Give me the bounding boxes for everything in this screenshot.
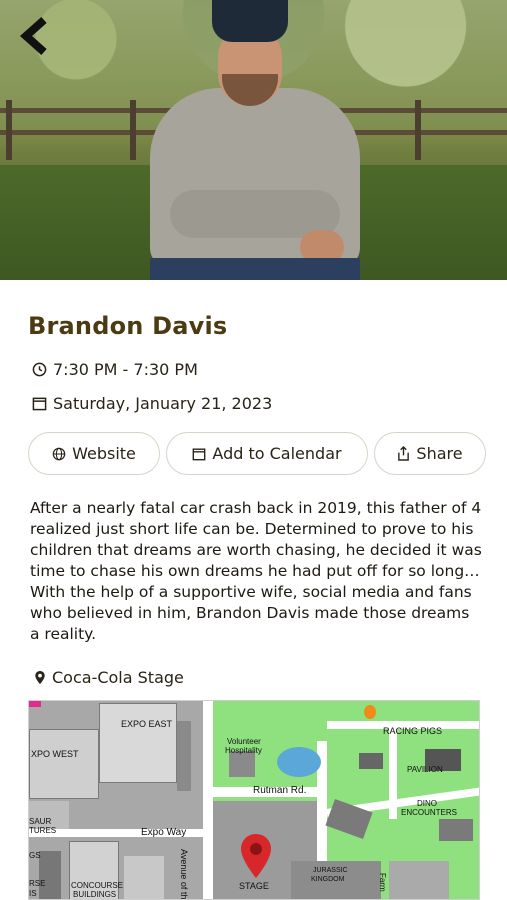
calendar-icon bbox=[193, 447, 206, 460]
share-button[interactable]: Share bbox=[374, 432, 486, 475]
map-pin-icon bbox=[35, 670, 45, 685]
performer-photo bbox=[0, 0, 507, 280]
back-button[interactable] bbox=[18, 16, 52, 56]
back-chevron-icon bbox=[19, 17, 47, 55]
performer-name: Brandon Davis bbox=[28, 312, 228, 340]
map-pin-icon bbox=[241, 834, 271, 878]
globe-icon bbox=[52, 447, 66, 460]
map-label: Volunteer bbox=[227, 737, 261, 746]
photo-fence-post bbox=[6, 100, 12, 160]
location-name: Coca-Cola Stage bbox=[52, 668, 184, 687]
map-label: CONCOURSE bbox=[71, 881, 124, 890]
event-time: 7:30 PM - 7:30 PM bbox=[53, 360, 198, 379]
website-button[interactable]: Website bbox=[28, 432, 160, 475]
map-label: RACING PIGS bbox=[383, 726, 443, 736]
venue-map[interactable]: EXPO EAST XPO WEST Expo Way Avenue of th… bbox=[28, 700, 480, 900]
map-label: Farm bbox=[378, 873, 387, 892]
add-to-calendar-label: Add to Calendar bbox=[212, 444, 342, 463]
map-label: XPO WEST bbox=[31, 749, 79, 759]
event-date-row: Saturday, January 21, 2023 bbox=[32, 394, 272, 413]
clock-icon bbox=[32, 362, 47, 377]
map-label: SAUR bbox=[29, 817, 52, 826]
website-button-label: Website bbox=[72, 444, 136, 463]
map-label: Expo Way bbox=[141, 827, 187, 838]
photo-person bbox=[150, 0, 360, 280]
location-row[interactable]: Coca-Cola Stage bbox=[34, 668, 184, 687]
calendar-icon bbox=[32, 397, 47, 411]
map-label: TURES bbox=[29, 826, 57, 835]
photo-fence-post bbox=[415, 100, 421, 160]
map-label: Hospitality bbox=[225, 746, 262, 755]
share-button-label: Share bbox=[416, 444, 463, 463]
map-label: PAVILION bbox=[407, 765, 443, 774]
map-label: Rutman Rd. bbox=[253, 785, 307, 796]
map-label: DINO bbox=[417, 799, 437, 808]
map-label: BUILDINGS bbox=[73, 890, 117, 899]
event-date: Saturday, January 21, 2023 bbox=[53, 394, 273, 413]
map-label: RSE bbox=[29, 879, 46, 888]
map-label: ENCOUNTERS bbox=[401, 808, 458, 817]
add-to-calendar-button[interactable]: Add to Calendar bbox=[166, 432, 368, 475]
event-description: After a nearly fatal car crash back in 2… bbox=[30, 499, 482, 643]
map-label: IS bbox=[29, 889, 37, 898]
map-label: JURASSIC bbox=[313, 867, 348, 874]
map-label: EXPO EAST bbox=[121, 719, 173, 729]
map-label: STAGE bbox=[239, 881, 269, 891]
photo-fence-post bbox=[130, 100, 136, 160]
share-icon bbox=[398, 446, 410, 461]
map-label: KINGDOM bbox=[311, 876, 345, 883]
map-label: Avenue of th bbox=[179, 849, 189, 900]
map-label: GS bbox=[29, 851, 41, 860]
event-time-row: 7:30 PM - 7:30 PM bbox=[32, 360, 198, 379]
